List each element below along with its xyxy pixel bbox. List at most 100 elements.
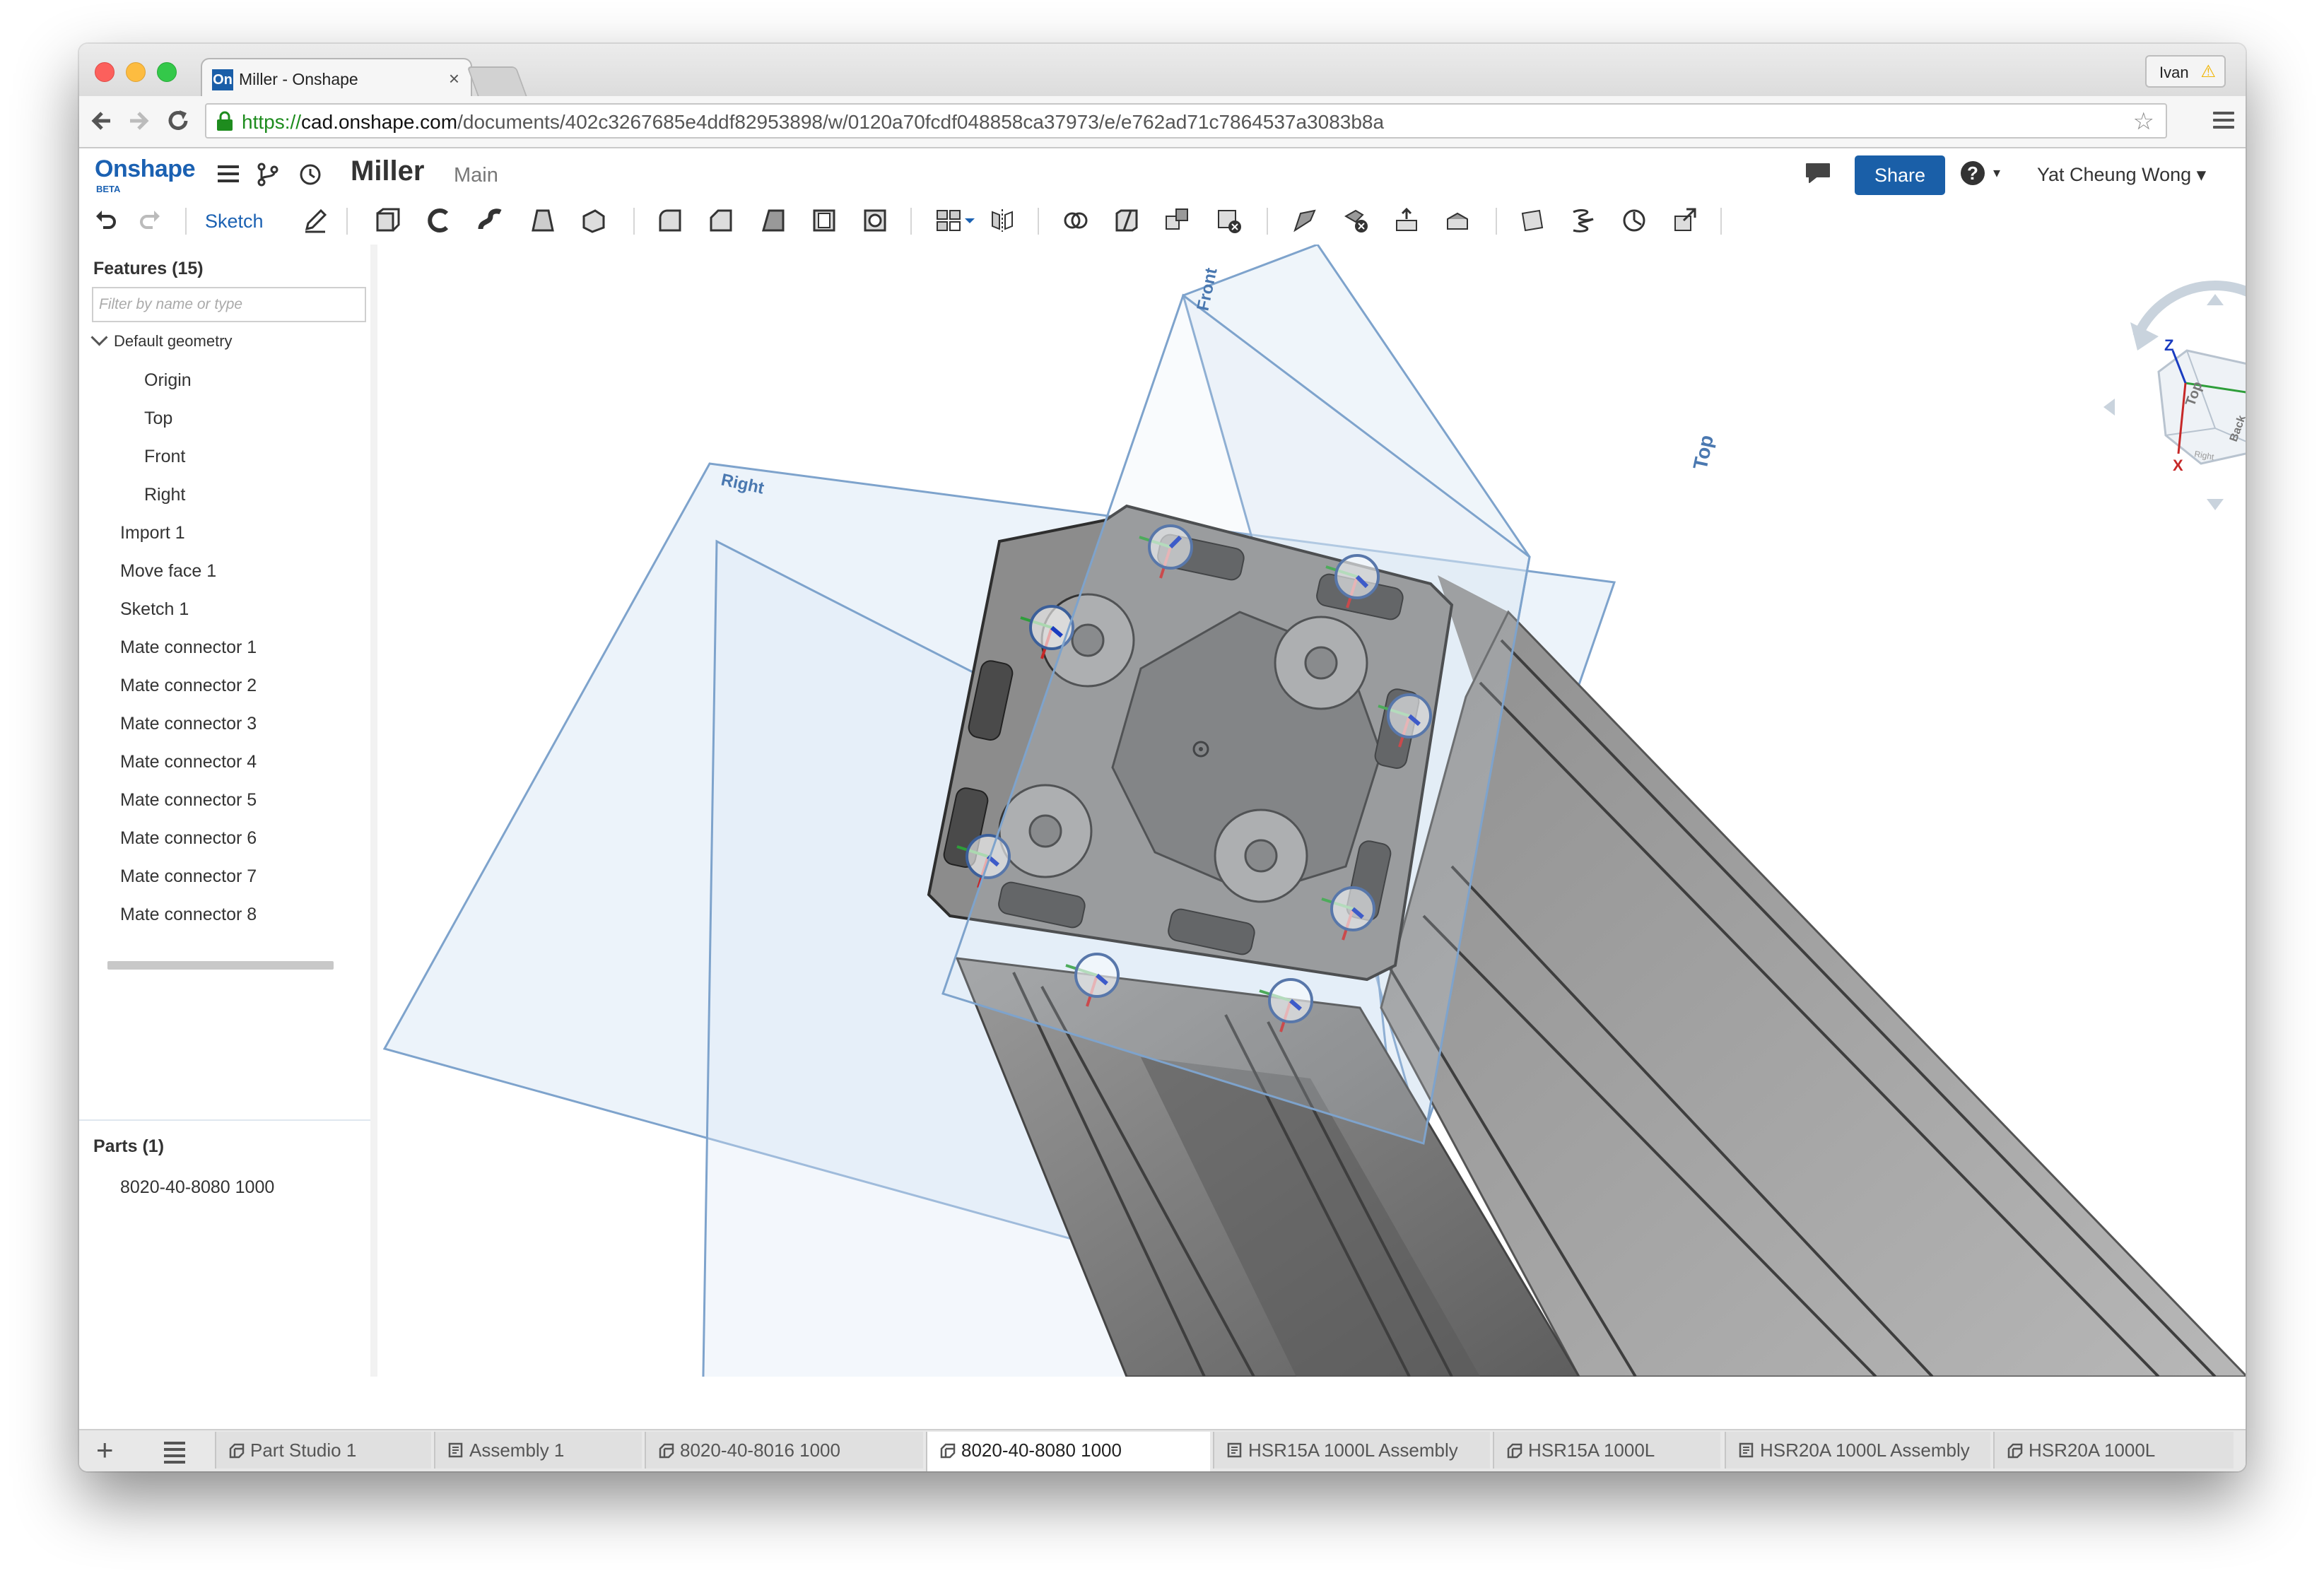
sweep-icon[interactable]: [476, 206, 505, 235]
pattern-dropdown-icon[interactable]: [963, 206, 977, 235]
model-canvas[interactable]: Top Front Right Z Y X: [377, 245, 2246, 1377]
forward-arrow-icon[interactable]: [126, 105, 151, 145]
feature-item[interactable]: Import 1: [120, 523, 185, 543]
browser-toolbar: https://cad.onshape.com/documents/402c32…: [79, 96, 2246, 148]
panel-splitter[interactable]: [79, 1119, 370, 1121]
back-arrow-icon[interactable]: [89, 105, 115, 145]
sketch-button[interactable]: Sketch: [205, 211, 264, 233]
redo-icon[interactable]: [136, 206, 164, 235]
browser-window: On Miller - Onshape × Ivan ⚠ https://cad…: [79, 44, 2246, 1471]
history-clock-icon[interactable]: [298, 163, 322, 193]
top-plane-label: Top: [1689, 433, 1718, 472]
feature-item[interactable]: Mate connector 4: [120, 752, 257, 772]
share-button[interactable]: Share: [1855, 155, 1945, 195]
mirror-icon[interactable]: [988, 206, 1016, 235]
element-tab-label: Assembly 1: [469, 1440, 565, 1461]
graphics-viewport[interactable]: Top Front Right Z Y X: [377, 245, 2246, 1377]
element-list-icon[interactable]: [164, 1442, 185, 1467]
user-menu[interactable]: Yat Cheung Wong ▾: [2037, 164, 2206, 186]
helix-icon[interactable]: [1569, 206, 1597, 235]
loft-icon[interactable]: [529, 206, 557, 235]
comment-icon[interactable]: [1804, 161, 1832, 189]
tab-close-icon[interactable]: ×: [449, 68, 459, 90]
element-tab[interactable]: HSR20A 1000L: [1993, 1432, 2234, 1469]
delete-part-icon[interactable]: [1214, 206, 1243, 235]
browser-menu-icon[interactable]: [2213, 112, 2234, 133]
chevron-down-icon[interactable]: ▾: [1993, 164, 2000, 182]
chamfer-icon[interactable]: [707, 206, 735, 235]
onshape-logo[interactable]: Onshape BETA: [95, 155, 195, 194]
split-icon[interactable]: [1113, 206, 1141, 235]
feature-item[interactable]: Sketch 1: [120, 599, 189, 620]
part-item[interactable]: 8020-40-8080 1000: [120, 1177, 274, 1198]
feature-item[interactable]: Mate connector 7: [120, 866, 257, 887]
feature-item[interactable]: Mate connector 8: [120, 905, 257, 925]
part-studio-icon: [940, 1443, 956, 1459]
shell-icon[interactable]: [810, 206, 838, 235]
arrow-down-icon: [2207, 499, 2224, 510]
draft-icon[interactable]: [759, 206, 787, 235]
pattern-icon[interactable]: [934, 206, 963, 235]
element-tab-label: 8020-40-8016 1000: [680, 1440, 840, 1461]
element-tab[interactable]: Assembly 1: [434, 1432, 642, 1469]
revolve-icon[interactable]: [426, 206, 454, 235]
document-title[interactable]: Miller: [351, 155, 424, 187]
part-studio-icon: [2007, 1443, 2023, 1459]
element-tab[interactable]: 8020-40-8016 1000: [645, 1432, 923, 1469]
element-tab-label: HSR20A 1000L Assembly: [1760, 1440, 1970, 1461]
mate-connector-icon[interactable]: [1620, 206, 1648, 235]
window-minimize-button[interactable]: [126, 62, 146, 82]
feature-item[interactable]: Mate connector 6: [120, 828, 257, 849]
undo-icon[interactable]: [92, 206, 120, 235]
element-tab[interactable]: HSR15A 1000L Assembly: [1213, 1432, 1490, 1469]
replace-face-icon[interactable]: [1443, 206, 1472, 235]
default-geometry-folder[interactable]: Default geometry: [90, 329, 233, 351]
window-maximize-button[interactable]: [157, 62, 177, 82]
feature-item[interactable]: Mate connector 2: [120, 676, 257, 696]
element-tab[interactable]: 8020-40-8080 1000: [926, 1432, 1210, 1471]
versions-branch-icon[interactable]: [256, 163, 280, 193]
feature-item[interactable]: Mate connector 3: [120, 714, 257, 734]
profile-button[interactable]: Ivan ⚠: [2145, 55, 2226, 88]
browser-tab[interactable]: On Miller - Onshape ×: [201, 58, 472, 100]
bookmark-star-icon[interactable]: ☆: [2133, 107, 2154, 136]
features-filter-input[interactable]: Filter by name or type: [92, 287, 366, 322]
feature-list-scrollbar[interactable]: [107, 961, 334, 970]
feature-front-plane[interactable]: Front: [144, 447, 185, 467]
delete-face-icon[interactable]: [1342, 206, 1370, 235]
address-bar[interactable]: https://cad.onshape.com/documents/402c32…: [205, 103, 2167, 139]
part-studio-icon: [229, 1443, 245, 1459]
feature-item[interactable]: Move face 1: [120, 561, 216, 582]
transform-icon[interactable]: [1163, 206, 1192, 235]
hole-icon[interactable]: [861, 206, 889, 235]
rotate-arc-icon: [2132, 281, 2246, 339]
import-icon[interactable]: [1671, 206, 1699, 235]
thicken-icon[interactable]: [580, 206, 608, 235]
move-face-icon[interactable]: [1392, 206, 1421, 235]
help-icon[interactable]: ?: [1961, 161, 1985, 185]
document-menu-icon[interactable]: [218, 165, 239, 187]
feature-origin[interactable]: Origin: [144, 370, 192, 391]
element-tab[interactable]: Part Studio 1: [215, 1432, 431, 1469]
feature-top-plane[interactable]: Top: [144, 408, 172, 429]
extrude-icon[interactable]: [373, 206, 401, 235]
reload-icon[interactable]: [165, 105, 191, 146]
workspace-name[interactable]: Main: [454, 164, 498, 187]
chevron-down-icon[interactable]: [90, 329, 108, 346]
fillet-icon[interactable]: [656, 206, 684, 235]
element-tab[interactable]: HSR15A 1000L: [1493, 1432, 1720, 1469]
new-tab-button[interactable]: [466, 66, 527, 96]
feature-right-plane[interactable]: Right: [144, 485, 185, 505]
boolean-icon[interactable]: [1062, 206, 1090, 235]
add-element-icon[interactable]: +: [96, 1435, 114, 1466]
panel-resize-handle[interactable]: [370, 245, 377, 1377]
modify-fillet-icon[interactable]: [1291, 206, 1319, 235]
window-close-button[interactable]: [95, 62, 115, 82]
view-cube[interactable]: Z Y X Top Back Right: [2103, 281, 2246, 510]
plane-icon[interactable]: [1518, 206, 1547, 235]
feature-item[interactable]: Mate connector 1: [120, 637, 257, 658]
sketch-pencil-icon[interactable]: [301, 206, 329, 235]
feature-item[interactable]: Mate connector 5: [120, 790, 257, 811]
element-tab[interactable]: HSR20A 1000L Assembly: [1725, 1432, 1990, 1469]
url-text: https://cad.onshape.com/documents/402c32…: [242, 111, 1385, 133]
